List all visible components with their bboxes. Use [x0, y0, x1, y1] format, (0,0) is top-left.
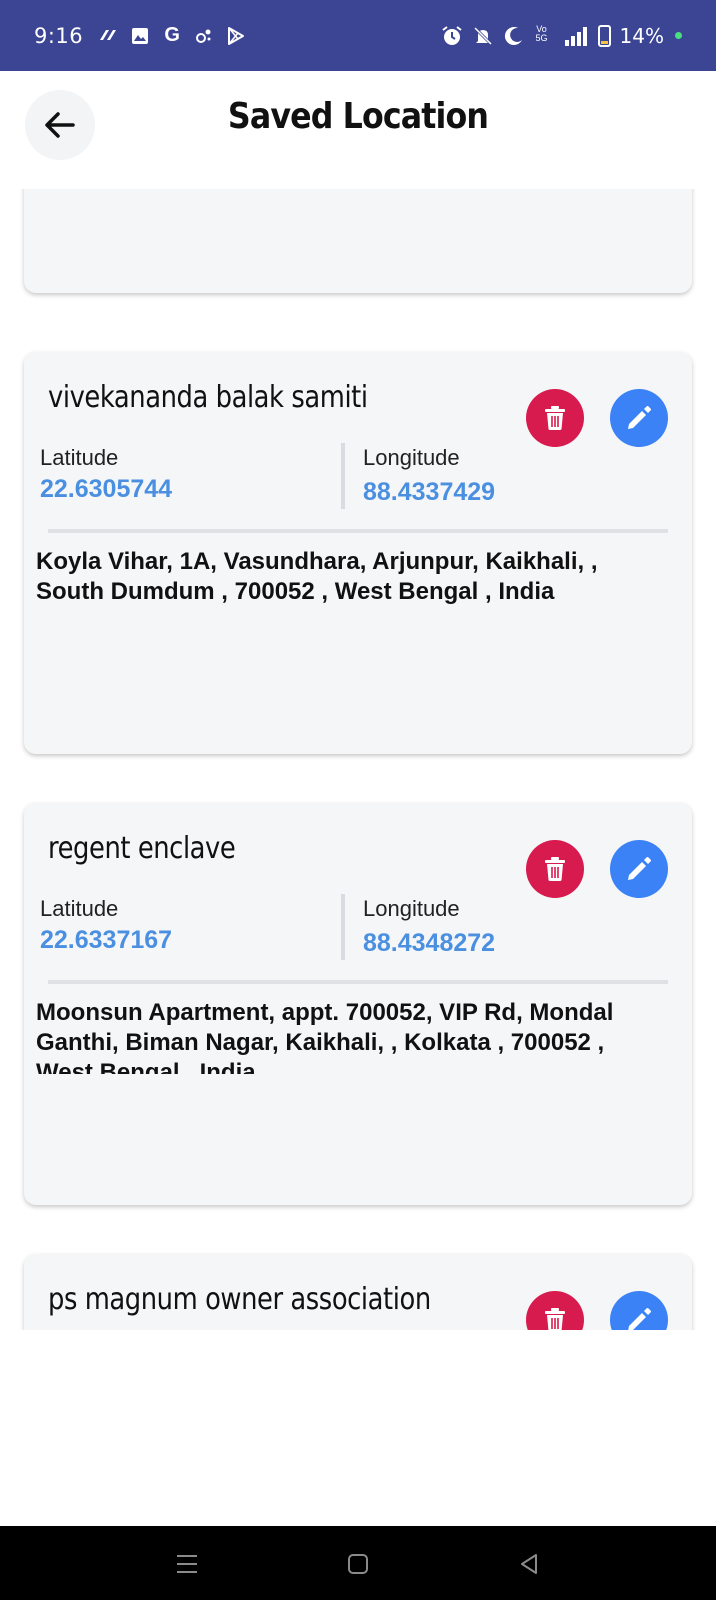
location-card[interactable]: ps magnum owner association [24, 1254, 692, 1330]
delete-button[interactable] [526, 840, 584, 898]
moon-icon [503, 25, 525, 47]
back-triangle-icon [521, 1554, 537, 1574]
image-icon [129, 25, 151, 47]
play-store-icon [225, 25, 247, 47]
status-left-icons: G [97, 24, 247, 47]
edit-button[interactable] [610, 840, 668, 898]
pencil-icon [628, 857, 651, 880]
location-address: Koyla Vihar, 1A, Vasundhara, Arjunpur, K… [36, 548, 598, 605]
location-name: vivekananda balak samiti [48, 380, 368, 415]
mute-icon [472, 25, 494, 47]
home-icon [348, 1554, 368, 1574]
edit-button[interactable] [610, 1291, 668, 1330]
system-back-button[interactable] [511, 1546, 547, 1582]
settings-dots-icon [193, 25, 215, 47]
location-address: Moonsun Apartment, appt. 700052, VIP Rd,… [36, 999, 614, 1074]
longitude-value: 88.4348272 [363, 929, 496, 957]
card-divider [48, 529, 668, 533]
latitude-value: 22.6305744 [40, 475, 173, 503]
status-time: 9:16 [34, 23, 84, 48]
trash-icon [545, 406, 565, 430]
location-card[interactable]: vivekananda balak samiti Latitude 22.630… [24, 352, 692, 754]
google-icon: G [164, 24, 180, 46]
latitude-label: Latitude [40, 445, 119, 470]
home-button[interactable] [340, 1546, 376, 1582]
coordinate-divider [341, 443, 345, 509]
trash-icon [545, 857, 565, 881]
alarm-icon [441, 25, 463, 47]
navigation-bar [0, 1526, 716, 1600]
app-header: Saved Location [0, 71, 716, 189]
battery-icon [597, 24, 611, 47]
battery-percent: 14% [619, 23, 664, 48]
location-card[interactable] [24, 189, 692, 293]
edit-button[interactable] [610, 389, 668, 447]
pencil-icon [628, 406, 651, 429]
recents-button[interactable] [169, 1546, 205, 1582]
location-card[interactable]: regent enclave Latitude 22.6337167 Longi… [24, 803, 692, 1205]
status-right-icons: Vo 5G 14% [441, 0, 682, 71]
app-notification-icon [97, 25, 119, 47]
longitude-label: Longitude [363, 445, 460, 470]
coordinate-divider [341, 894, 345, 960]
latitude-value: 22.6337167 [40, 926, 173, 954]
delete-button[interactable] [526, 389, 584, 447]
trash-icon [545, 1308, 565, 1330]
saved-locations-list[interactable]: vivekananda balak samiti Latitude 22.630… [0, 189, 716, 1330]
volte-icon: Vo 5G [535, 23, 548, 43]
pencil-icon [628, 1308, 651, 1330]
location-name: regent enclave [48, 831, 236, 866]
card-divider [48, 980, 668, 984]
5g-signal-icon [559, 25, 589, 47]
longitude-label: Longitude [363, 896, 460, 921]
page-title: Saved Location [227, 96, 489, 137]
delete-button[interactable] [526, 1291, 584, 1330]
privacy-dot-icon [675, 32, 682, 39]
latitude-label: Latitude [40, 896, 119, 921]
location-name: ps magnum owner association [48, 1282, 431, 1317]
recents-icon [177, 1555, 197, 1573]
longitude-value: 88.4337429 [363, 478, 496, 506]
status-bar: 9:16 G Vo 5G 14% [0, 0, 716, 71]
